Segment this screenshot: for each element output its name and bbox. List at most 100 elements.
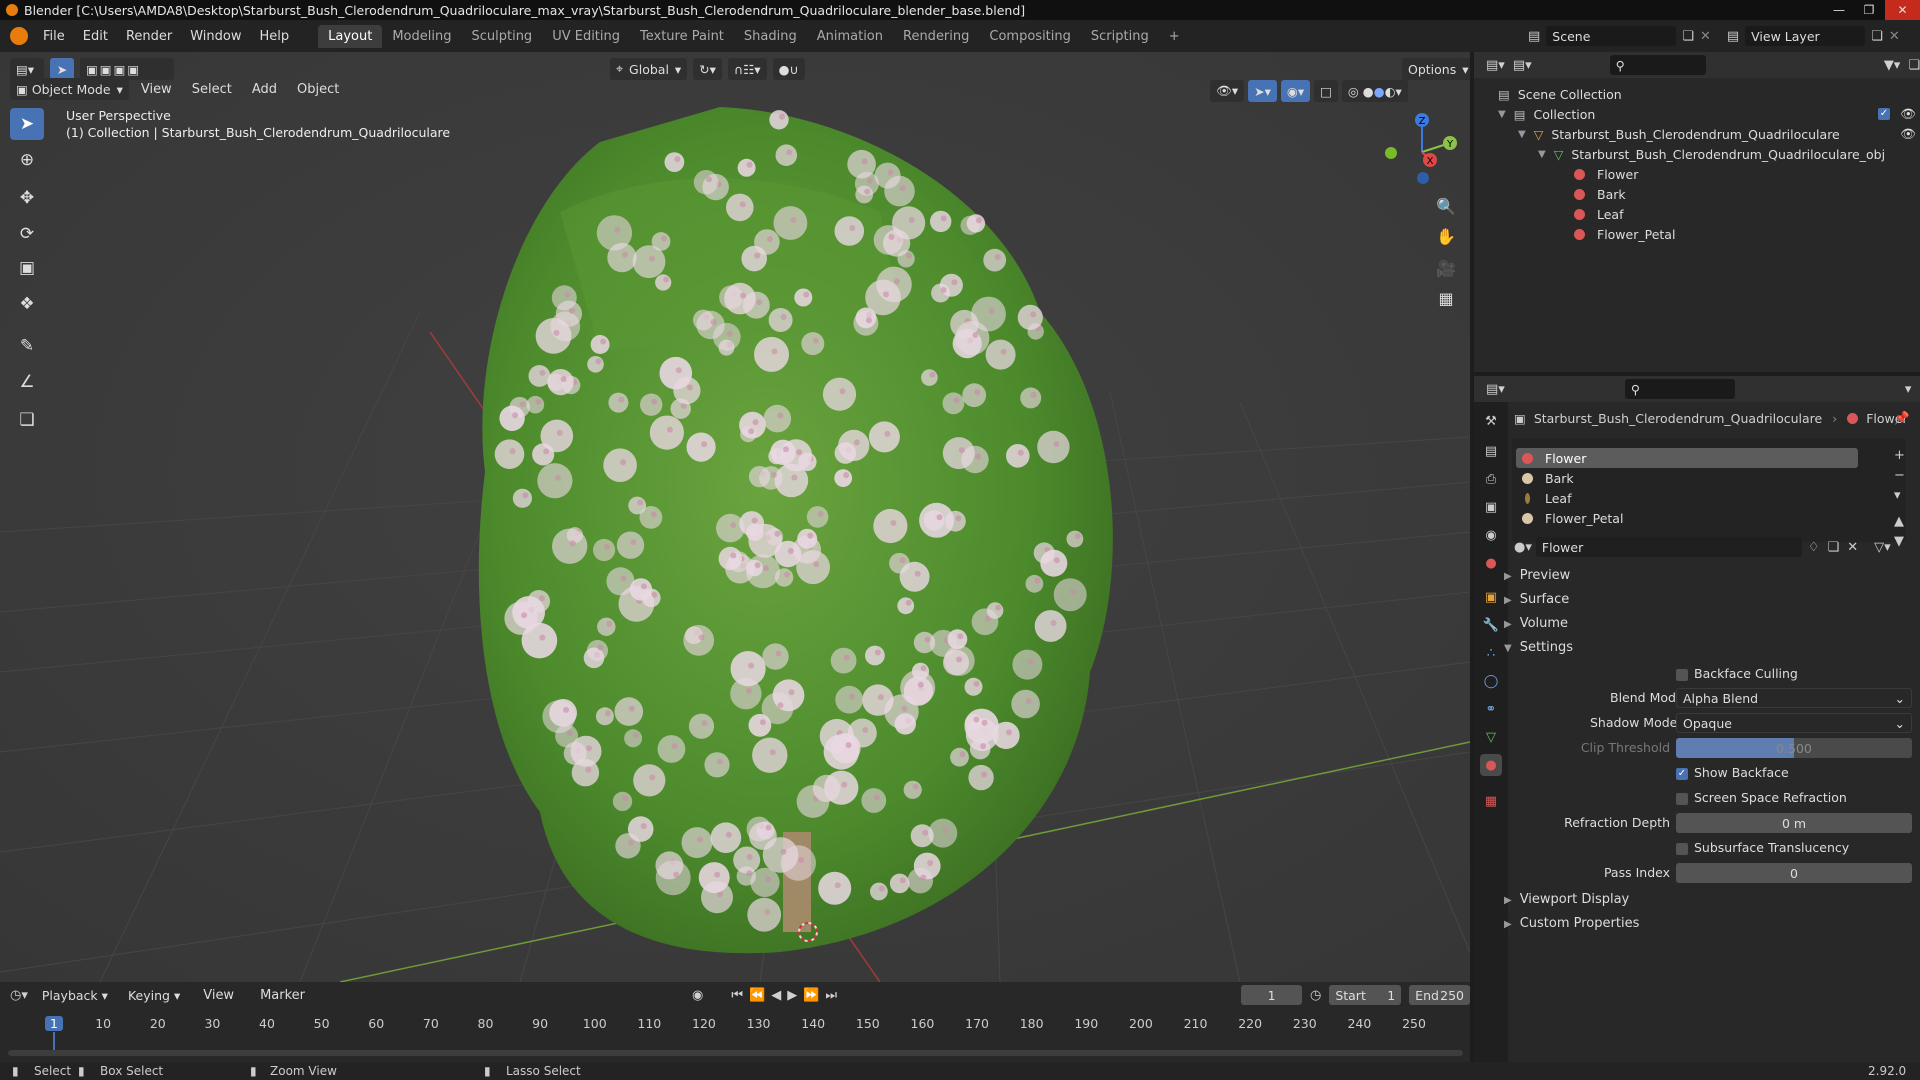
blender-menu-icon[interactable]	[10, 27, 28, 45]
gizmo-neg-z[interactable]	[1417, 172, 1429, 184]
viewport-display-panel-header[interactable]: ▶ Viewport Display	[1504, 892, 1629, 907]
properties-search-input[interactable]: ⚲	[1624, 379, 1735, 399]
collection-include-checkbox[interactable]: ✓	[1878, 108, 1890, 120]
preview-panel-header[interactable]: ▶ Preview	[1504, 568, 1570, 583]
gizmo-toggle-icon[interactable]: ➤▾	[1248, 80, 1277, 102]
add-cube-tool[interactable]: ❏	[10, 404, 44, 436]
delete-view-layer-icon[interactable]: ✕	[1889, 29, 1900, 44]
maximize-icon[interactable]: ❐	[1855, 0, 1883, 20]
fake-user-icon[interactable]: ♢	[1808, 540, 1820, 555]
editor-type-icon[interactable]: ▤▾	[1486, 58, 1505, 73]
unlink-material-icon[interactable]: ✕	[1847, 540, 1858, 555]
add-slot-icon[interactable]: +	[1894, 446, 1905, 466]
menu-help[interactable]: Help	[251, 29, 299, 44]
proportional-edit-icon[interactable]: ●∪	[772, 58, 805, 80]
xray-icon[interactable]: □	[1314, 80, 1338, 102]
screen-space-refraction-checkbox[interactable]: Screen Space Refraction	[1676, 790, 1847, 805]
duplicate-material-icon[interactable]: ❏	[1828, 540, 1840, 555]
new-view-layer-icon[interactable]: ❏	[1871, 29, 1883, 44]
expand-icon[interactable]: ▼	[1538, 149, 1546, 160]
filter-icon[interactable]: ▼▾	[1884, 58, 1901, 73]
tool-tab-icon[interactable]: ⚒	[1480, 410, 1502, 432]
move-tool[interactable]: ✥	[10, 182, 44, 214]
tab-modeling[interactable]: Modeling	[382, 25, 461, 48]
outliner-material[interactable]: Leaf	[1574, 204, 1624, 224]
pivot-icon[interactable]: ↻▾	[693, 58, 722, 80]
tab-rendering[interactable]: Rendering	[893, 25, 979, 48]
outliner-collection[interactable]: ▼ ▤ Collection ✓ 👁	[1498, 104, 1916, 124]
timeline-scrollbar[interactable]	[8, 1050, 1463, 1056]
material-slot-item[interactable]: Bark	[1516, 468, 1858, 488]
slot-specials-icon[interactable]: ▾	[1894, 486, 1905, 506]
custom-properties-panel-header[interactable]: ▶ Custom Properties	[1504, 916, 1639, 931]
chevron-down-icon[interactable]: ▾	[1905, 382, 1912, 397]
outliner-material[interactable]: Bark	[1574, 184, 1626, 204]
shadow-mode-dropdown[interactable]: Opaque ⌄	[1676, 713, 1912, 733]
zoom-icon[interactable]: 🔍	[1432, 192, 1460, 220]
viewport-menu-select[interactable]: Select	[184, 82, 240, 97]
menu-window[interactable]: Window	[181, 29, 250, 44]
scene-selector[interactable]: Scene	[1546, 26, 1677, 46]
new-scene-icon[interactable]: ❏	[1682, 29, 1694, 44]
outliner-material[interactable]: Flower_Petal	[1574, 224, 1675, 244]
material-slot-item[interactable]: Leaf	[1516, 488, 1858, 508]
menu-render[interactable]: Render	[117, 29, 181, 44]
transform-tool[interactable]: ❖	[10, 288, 44, 320]
output-tab-icon[interactable]: ⎙	[1480, 468, 1502, 490]
pin-icon[interactable]: 📌	[1894, 410, 1910, 426]
expand-icon[interactable]: ▼	[1498, 109, 1506, 120]
cursor-tool[interactable]: ⊕	[10, 144, 44, 176]
material-tab-icon[interactable]: ●	[1480, 754, 1502, 776]
outliner-material[interactable]: Flower	[1574, 164, 1638, 184]
shading-modes[interactable]: ◎ ● ● ◐▾	[1341, 80, 1408, 102]
tab-texture-paint[interactable]: Texture Paint	[630, 25, 734, 48]
rotate-tool[interactable]: ⟳	[10, 218, 44, 250]
new-collection-icon[interactable]: ❏	[1908, 58, 1920, 73]
playhead[interactable]: 1	[45, 1016, 63, 1031]
menu-file[interactable]: File	[34, 29, 74, 44]
world-tab-icon[interactable]: ●	[1480, 552, 1502, 574]
outliner-object[interactable]: ▼ ▽ Starburst_Bush_Clerodendrum_Quadrilocu…	[1518, 124, 1916, 144]
object-tab-icon[interactable]: ▣	[1480, 586, 1502, 608]
clip-threshold-slider[interactable]: 0.500	[1676, 738, 1912, 758]
viewport-menu-object[interactable]: Object	[289, 82, 347, 97]
tab-layout[interactable]: Layout	[318, 24, 383, 48]
tab-shading[interactable]: Shading	[734, 25, 807, 48]
measure-tool[interactable]: ∠	[10, 366, 44, 398]
tab-sculpting[interactable]: Sculpting	[461, 25, 542, 48]
data-tab-icon[interactable]: ▽	[1480, 726, 1502, 748]
particles-tab-icon[interactable]: ∴	[1480, 642, 1502, 664]
show-backface-checkbox[interactable]: ✓ Show Backface	[1676, 765, 1789, 780]
blend-mode-dropdown[interactable]: Alpha Blend ⌄	[1676, 688, 1912, 708]
editor-type-button[interactable]: ▤▾	[10, 58, 44, 80]
visibility-icon[interactable]: 👁▾	[1210, 80, 1245, 102]
tab-scripting[interactable]: Scripting	[1081, 25, 1159, 48]
render-tab-icon[interactable]: ▤	[1480, 440, 1502, 462]
add-workspace-button[interactable]: +	[1159, 25, 1190, 48]
material-slot-item[interactable]: Flower	[1516, 448, 1858, 468]
browse-material-icon[interactable]: ●▾	[1514, 540, 1532, 555]
close-icon[interactable]: ✕	[1885, 0, 1920, 20]
orientation-dropdown[interactable]: ⌖ Global ▾	[610, 58, 688, 80]
minimize-icon[interactable]: —	[1825, 0, 1853, 20]
menu-edit[interactable]: Edit	[74, 29, 117, 44]
outliner-scene-collection[interactable]: ▤ Scene Collection	[1498, 84, 1622, 104]
selection-mode-buttons[interactable]: ▣▣▣▣	[80, 58, 174, 80]
display-mode-icon[interactable]: ▤▾	[1513, 58, 1532, 73]
viewport-menu-view[interactable]: View	[133, 82, 180, 97]
pan-hand-icon[interactable]: ✋	[1432, 222, 1460, 250]
eye-icon[interactable]: 👁	[1900, 126, 1916, 142]
scene-tab-icon[interactable]: ◉	[1480, 524, 1502, 546]
annotate-tool[interactable]: ✎	[10, 330, 44, 362]
viewport-menu-add[interactable]: Add	[244, 82, 285, 97]
editor-type-icon[interactable]: ▤▾	[1486, 382, 1505, 397]
scale-tool[interactable]: ▣	[10, 252, 44, 284]
expand-icon[interactable]: ▼	[1518, 129, 1526, 140]
texture-tab-icon[interactable]: ▦	[1480, 790, 1502, 812]
constraints-tab-icon[interactable]: ⚭	[1480, 698, 1502, 720]
pass-index-field[interactable]: 0	[1676, 863, 1912, 883]
settings-panel-header[interactable]: ▼ Settings	[1504, 640, 1573, 655]
surface-panel-header[interactable]: ▶ Surface	[1504, 592, 1569, 607]
perspective-grid-icon[interactable]: ▦	[1432, 284, 1460, 312]
material-name-field[interactable]: Flower	[1535, 537, 1802, 557]
